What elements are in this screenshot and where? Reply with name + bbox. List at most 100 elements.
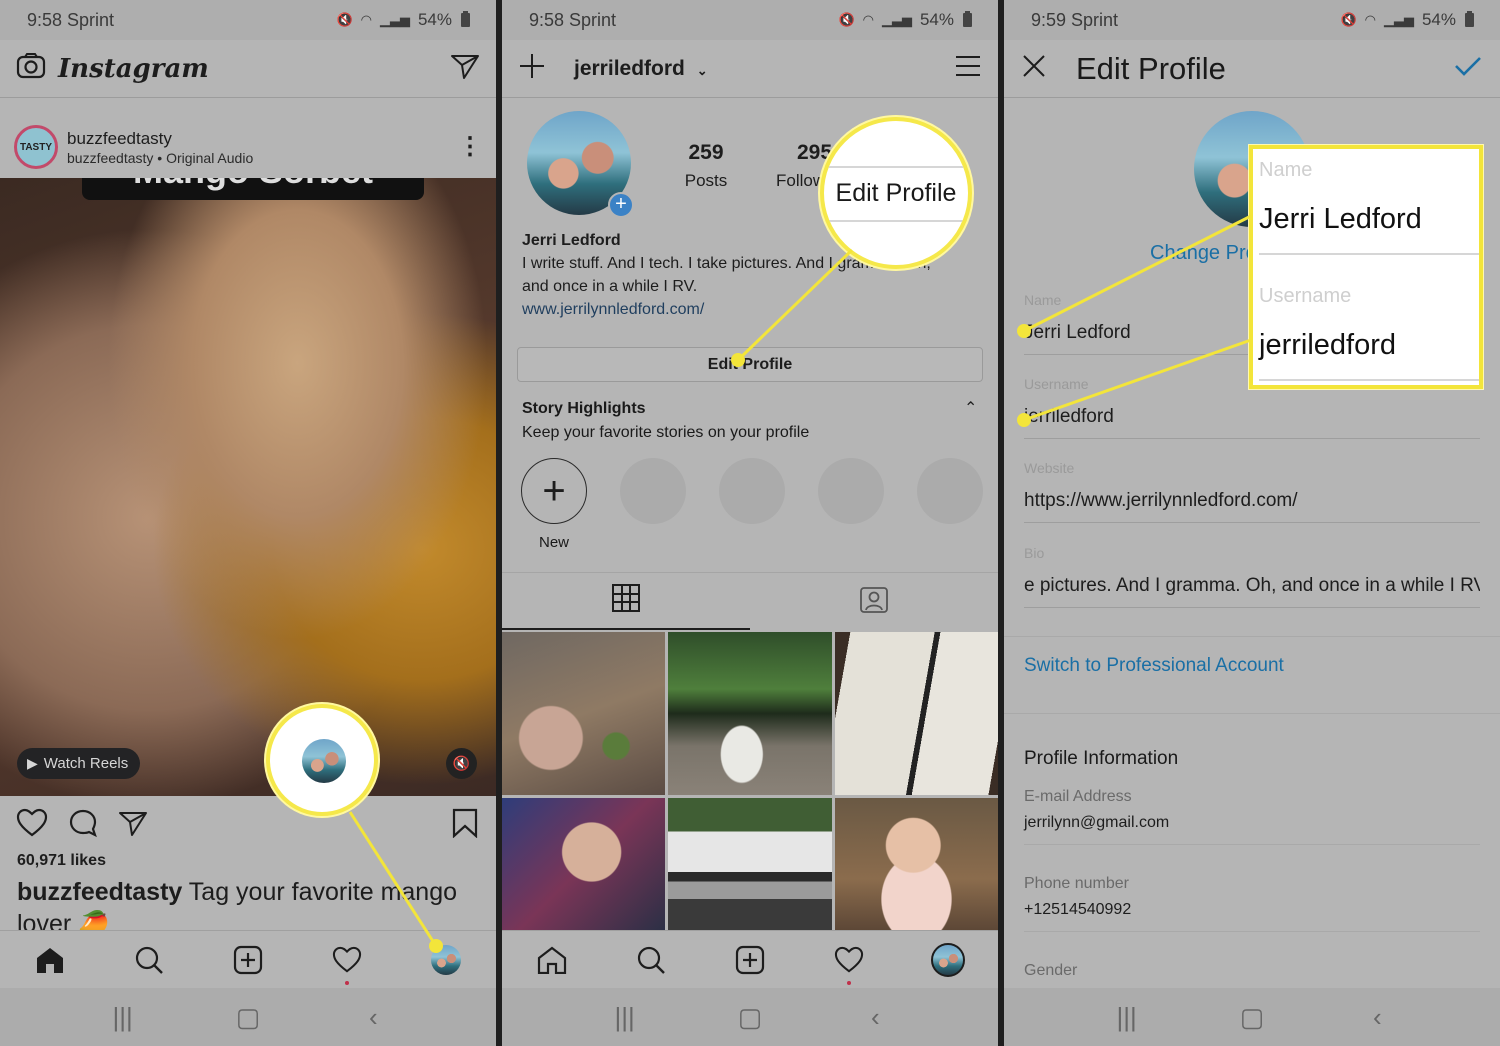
- new-highlight-label: New: [538, 534, 569, 551]
- recent-apps-button[interactable]: |||: [93, 1002, 153, 1033]
- search-icon[interactable]: [132, 943, 166, 977]
- android-nav-bar: ||| ▢ ‹: [0, 988, 496, 1046]
- more-options-icon[interactable]: ⋮: [458, 135, 482, 159]
- phone-field[interactable]: Phone number +12514540992: [1024, 875, 1480, 932]
- signal-icon: ▁▃▅: [1383, 12, 1414, 27]
- highlight-circle-profile: [266, 704, 378, 816]
- video-title-overlay: Mango Sorbet: [82, 178, 424, 200]
- add-story-icon[interactable]: +: [608, 192, 634, 218]
- share-icon[interactable]: [118, 809, 148, 842]
- edit-profile-header: Edit Profile: [1004, 40, 1500, 98]
- profile-tab-avatar[interactable]: [931, 942, 966, 977]
- plus-icon[interactable]: [518, 52, 546, 85]
- post-thumbnail[interactable]: [502, 798, 666, 933]
- post-thumbnail[interactable]: [834, 632, 998, 795]
- new-highlight-button[interactable]: +: [521, 458, 587, 524]
- battery-percent: 54%: [919, 10, 954, 29]
- profile-tabs: [502, 572, 998, 630]
- like-heart-icon[interactable]: [16, 808, 48, 843]
- gender-field[interactable]: Gender: [1024, 962, 1077, 980]
- add-post-icon[interactable]: [231, 943, 265, 977]
- status-time: 9:59 Sprint: [1031, 9, 1119, 30]
- post-thumbnail[interactable]: [668, 632, 832, 795]
- mute-status-icon: 🔇: [838, 12, 855, 27]
- menu-hamburger-icon[interactable]: [954, 54, 982, 83]
- tagged-user-icon: [859, 584, 889, 619]
- profile-header: jerriledford ⌄: [502, 40, 998, 98]
- feed-header: Instagram: [0, 40, 496, 98]
- post-thumbnail[interactable]: [502, 632, 666, 795]
- like-count[interactable]: 60,971 likes: [17, 852, 106, 870]
- profile-information-title: Profile Information: [1024, 748, 1179, 769]
- battery-percent: 54%: [1421, 10, 1456, 29]
- caption-username[interactable]: buzzfeedtasty: [17, 878, 182, 906]
- recent-apps-button[interactable]: |||: [595, 1002, 655, 1033]
- divider: [1004, 636, 1500, 637]
- notification-dot: [847, 980, 852, 985]
- wifi-icon: ◠: [1364, 12, 1376, 27]
- profile-avatar-zoomed: [302, 739, 346, 783]
- back-button[interactable]: ‹: [845, 1002, 905, 1033]
- highlight-placeholder: [719, 458, 785, 524]
- account-switcher[interactable]: jerriledford ⌄: [574, 57, 708, 81]
- reels-icon: ▶: [27, 755, 38, 771]
- post-video[interactable]: Mango Sorbet: [0, 178, 496, 796]
- website-link[interactable]: www.jerrilynnledford.com/: [522, 301, 704, 318]
- android-nav-bar: ||| ▢ ‹: [502, 988, 998, 1046]
- close-icon[interactable]: [1022, 54, 1046, 83]
- bottom-nav: [502, 930, 998, 988]
- home-icon[interactable]: [33, 943, 67, 977]
- highlight-circle-edit-profile: Edit Profile: [820, 117, 972, 269]
- post-thumbnail[interactable]: [834, 798, 998, 933]
- chevron-down-icon: ⌄: [696, 62, 708, 78]
- notification-dot: [345, 980, 350, 985]
- highlight-placeholder: [917, 458, 983, 524]
- wifi-icon: ◠: [862, 12, 874, 27]
- post-actions: [16, 806, 478, 844]
- watch-reels-button[interactable]: ▶ Watch Reels: [17, 748, 141, 779]
- post-avatar[interactable]: TASTY: [14, 125, 58, 169]
- instagram-logo: Instagram: [58, 53, 209, 84]
- profile-tab-avatar[interactable]: [429, 943, 463, 977]
- post-thumbnail[interactable]: [668, 798, 832, 933]
- activity-heart-icon[interactable]: [832, 943, 866, 985]
- comment-icon[interactable]: [68, 808, 98, 843]
- paper-plane-icon[interactable]: [450, 52, 480, 85]
- android-nav-bar: ||| ▢ ‹: [1004, 988, 1500, 1046]
- save-bookmark-icon[interactable]: [452, 808, 478, 843]
- email-field[interactable]: E-mail Address jerrilynn@gmail.com: [1024, 788, 1480, 845]
- mute-status-icon: 🔇: [1340, 12, 1357, 27]
- chevron-up-icon[interactable]: ⌃: [964, 398, 977, 418]
- story-highlights-title: Story Highlights: [522, 400, 646, 417]
- name-username-callout: Name Jerri Ledford Username jerriledford: [1249, 145, 1483, 389]
- website-field[interactable]: Website https://www.jerrilynnledford.com…: [1024, 460, 1480, 523]
- home-button[interactable]: ▢: [1222, 1002, 1282, 1033]
- home-icon[interactable]: [535, 943, 569, 977]
- home-button[interactable]: ▢: [218, 1002, 278, 1033]
- activity-heart-icon[interactable]: [330, 943, 364, 985]
- search-icon[interactable]: [634, 943, 668, 977]
- battery-icon: [963, 11, 972, 27]
- mute-status-icon: 🔇: [336, 12, 353, 27]
- status-bar: 9:58 Sprint 🔇 ◠ ▁▃▅ 54%: [0, 0, 496, 40]
- edit-profile-button[interactable]: Edit Profile: [517, 347, 983, 382]
- camera-icon[interactable]: [16, 52, 46, 85]
- add-post-icon[interactable]: [733, 943, 767, 977]
- back-button[interactable]: ‹: [343, 1002, 403, 1033]
- tab-grid[interactable]: [502, 573, 750, 630]
- home-button[interactable]: ▢: [720, 1002, 780, 1033]
- tab-tagged[interactable]: [750, 573, 998, 630]
- post-audio-subtitle[interactable]: buzzfeedtasty • Original Audio: [67, 150, 458, 166]
- mute-toggle-icon[interactable]: 🔇: [446, 748, 477, 779]
- post-account-name[interactable]: buzzfeedtasty: [67, 129, 458, 149]
- status-bar: 9:58 Sprint 🔇 ◠ ▁▃▅ 54%: [502, 0, 998, 40]
- highlight-placeholder: [620, 458, 686, 524]
- recent-apps-button[interactable]: |||: [1097, 1002, 1157, 1033]
- bio-field[interactable]: Bio e pictures. And I gramma. Oh, and on…: [1024, 545, 1480, 608]
- posts-count[interactable]: 259 Posts: [672, 141, 740, 191]
- edit-profile-callout-label: Edit Profile: [835, 179, 957, 207]
- switch-professional-link[interactable]: Switch to Professional Account: [1024, 655, 1284, 677]
- save-check-icon[interactable]: [1454, 55, 1482, 82]
- bottom-nav: [0, 930, 496, 988]
- back-button[interactable]: ‹: [1347, 1002, 1407, 1033]
